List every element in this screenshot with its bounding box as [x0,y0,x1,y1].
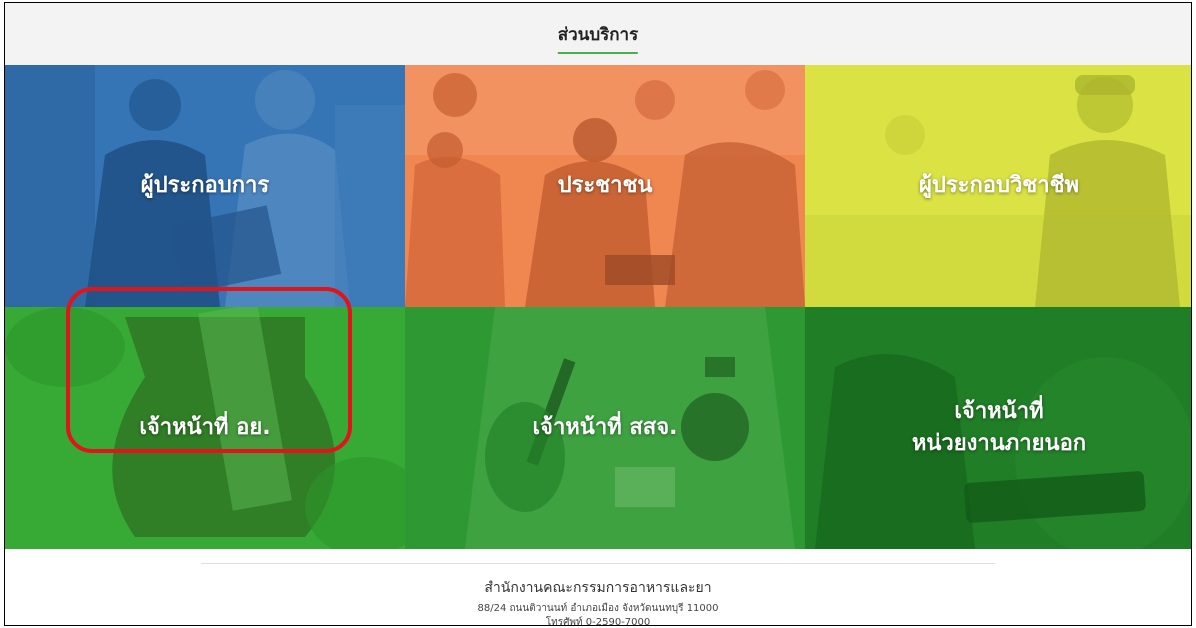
tile-professional[interactable]: ผู้ประกอบวิชาชีพ [805,65,1191,307]
tile-external-officer[interactable]: เจ้าหน้าที่ หน่วยงานภายนอก [805,307,1191,549]
tile-label: เจ้าหน้าที่ สสจ. [532,415,678,440]
tile-entrepreneur[interactable]: ผู้ประกอบการ [5,65,405,307]
footer-divider [201,563,995,564]
tile-label: ประชาชน [557,173,653,198]
footer-phone: โทรศัพท์ 0-2590-7000 [545,617,651,626]
tile-label: ผู้ประกอบวิชาชีพ [918,173,1080,198]
services-panel: ส่วนบริการ ผู้ประกอบการ ประชาชน ผู้ประกอ… [4,2,1192,626]
footer-address: 88/24 ถนนติวานนท์ อำเภอเมือง จังหวัดนนทบ… [477,603,719,614]
tile-label: เจ้าหน้าที่ อย. [139,415,271,440]
footer: สำนักงานคณะกรรมการอาหารและยา 88/24 ถนนติ… [5,549,1191,626]
tile-label: ผู้ประกอบการ [140,173,270,198]
section-header: ส่วนบริการ [5,3,1191,65]
service-tile-grid: ผู้ประกอบการ ประชาชน ผู้ประกอบวิชาชีพ เจ… [5,65,1191,549]
tile-public[interactable]: ประชาชน [405,65,805,307]
tile-fda-officer[interactable]: เจ้าหน้าที่ อย. [5,307,405,549]
tile-label: เจ้าหน้าที่ หน่วยงานภายนอก [911,399,1087,456]
footer-organization: สำนักงานคณะกรรมการอาหารและยา [484,580,712,596]
section-title: ส่วนบริการ [557,21,639,54]
tile-provincial-officer[interactable]: เจ้าหน้าที่ สสจ. [405,307,805,549]
